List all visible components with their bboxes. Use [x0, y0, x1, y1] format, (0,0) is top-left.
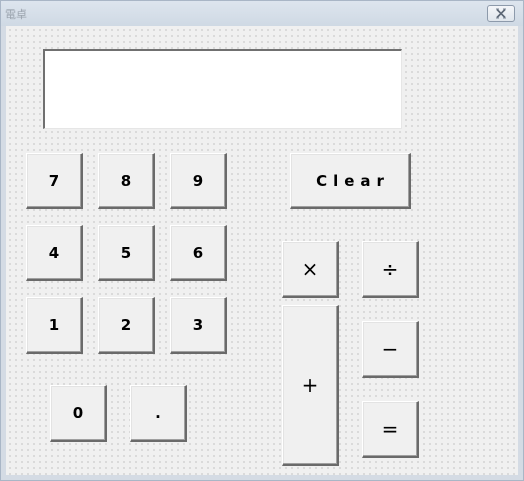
key-7[interactable]: 7 — [26, 153, 83, 209]
calculator-body: 7 8 9 Clear 4 5 6 × ÷ 1 2 3 + − = 0 . — [6, 26, 518, 475]
key-8[interactable]: 8 — [98, 153, 155, 209]
key-4[interactable]: 4 — [26, 225, 83, 281]
key-9[interactable]: 9 — [170, 153, 227, 209]
decimal-point-button[interactable]: . — [130, 385, 187, 442]
multiply-button[interactable]: × — [282, 241, 339, 298]
equals-button[interactable]: = — [362, 401, 419, 458]
key-0[interactable]: 0 — [50, 385, 107, 442]
result-display[interactable] — [43, 49, 402, 129]
plus-button[interactable]: + — [282, 305, 339, 466]
key-1[interactable]: 1 — [26, 297, 83, 354]
calculator-window: 電卓 7 8 9 Clear 4 5 6 × ÷ 1 2 3 + − = 0 . — [0, 0, 524, 481]
key-5[interactable]: 5 — [98, 225, 155, 281]
close-icon — [496, 8, 506, 19]
divide-button[interactable]: ÷ — [362, 241, 419, 298]
key-3[interactable]: 3 — [170, 297, 227, 354]
close-button[interactable] — [487, 5, 515, 22]
key-6[interactable]: 6 — [170, 225, 227, 281]
window-title: 電卓 — [5, 8, 27, 21]
clear-button[interactable]: Clear — [290, 153, 411, 209]
minus-button[interactable]: − — [362, 321, 419, 378]
title-bar[interactable]: 電卓 — [1, 1, 523, 26]
key-2[interactable]: 2 — [98, 297, 155, 354]
